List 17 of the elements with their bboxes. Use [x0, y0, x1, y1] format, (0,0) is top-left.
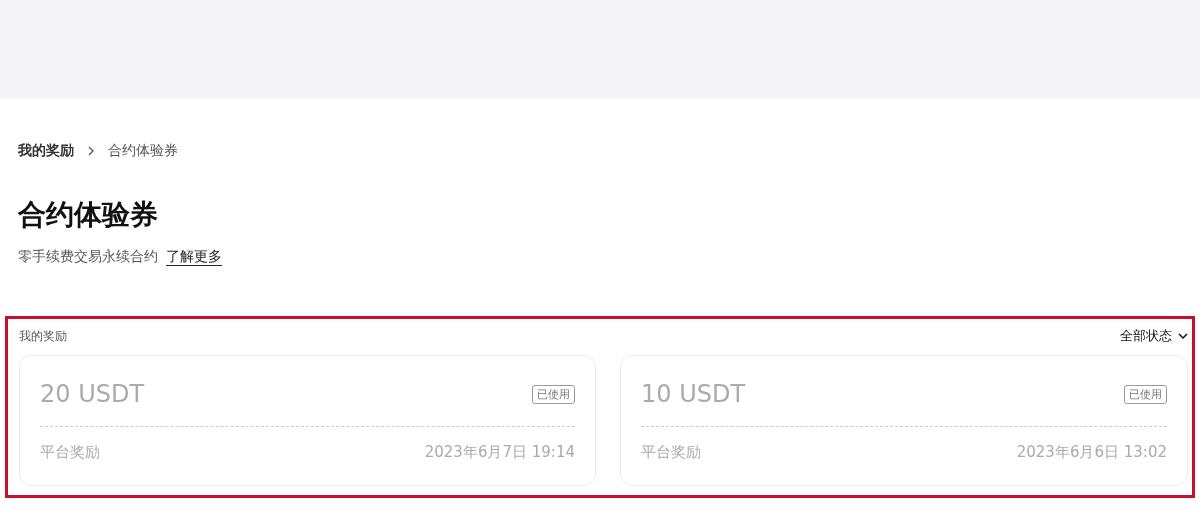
status-tag: 已使用: [532, 384, 575, 404]
voucher-time: 2023年6月7日 19:14: [424, 443, 575, 462]
voucher-source: 平台奖励: [641, 443, 701, 462]
breadcrumb-link[interactable]: 我的奖励: [18, 142, 74, 160]
breadcrumb-link[interactable]: 合约体验券: [108, 142, 178, 160]
status-filter-dropdown[interactable]: 全部状态: [1120, 327, 1188, 345]
voucher-time: 2023年6月6日 13:02: [1016, 443, 1167, 462]
voucher-amount: 10 USDT: [641, 380, 746, 408]
chevron-down-icon: [1178, 332, 1188, 340]
voucher-amount: 20 USDT: [40, 380, 145, 408]
page-title: 合约体验券: [18, 197, 159, 233]
section-label: 我的奖励: [19, 327, 67, 345]
status-tag: 已使用: [1124, 384, 1167, 404]
subtitle: 零手续费交易永续合约: [18, 248, 158, 266]
chevron-right-icon: [86, 146, 96, 156]
voucher-source: 平台奖励: [40, 443, 100, 462]
learn-more-link[interactable]: 了解更多: [166, 248, 222, 266]
